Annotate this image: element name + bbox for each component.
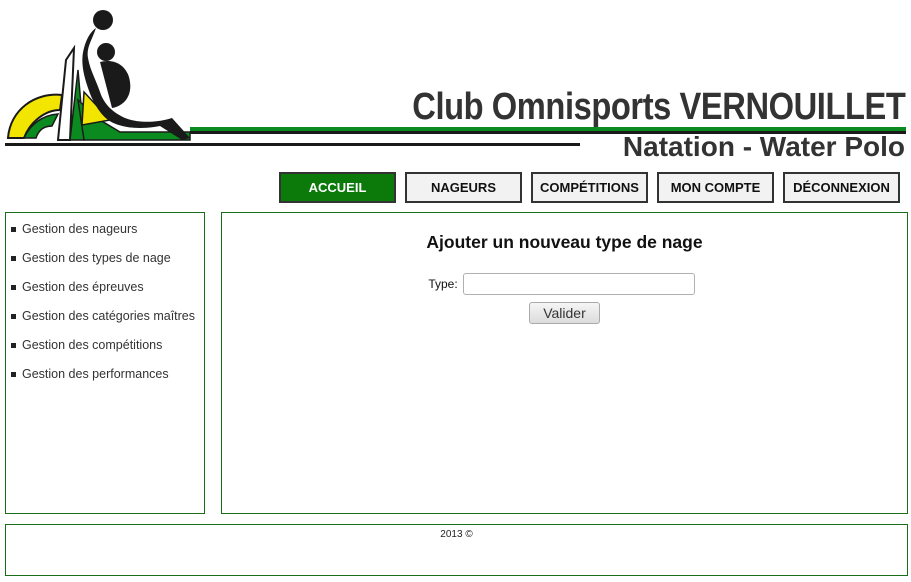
submit-button[interactable]: Valider — [529, 302, 600, 324]
sidebar-item-label: Gestion des catégories maîtres — [22, 309, 195, 323]
page-title: Ajouter un nouveau type de nage — [426, 232, 703, 252]
sidebar-item-categories-maitres[interactable]: Gestion des catégories maîtres — [11, 308, 204, 337]
sidebar-item-label: Gestion des types de nage — [22, 251, 171, 265]
sidebar-item-types-de-nage[interactable]: Gestion des types de nage — [11, 250, 204, 279]
sidebar-item-performances[interactable]: Gestion des performances — [11, 366, 204, 395]
nav-competitions-button[interactable]: COMPÉTITIONS — [531, 172, 648, 203]
sidebar-item-label: Gestion des nageurs — [22, 222, 138, 236]
club-title: Club Omnisports VERNOUILLET — [411, 86, 906, 128]
nav-deconnexion-button[interactable]: DÉCONNEXION — [783, 172, 900, 203]
sidebar-item-label: Gestion des compétitions — [22, 338, 163, 352]
bullet-icon — [11, 343, 16, 348]
bullet-icon — [11, 285, 16, 290]
header-base-line — [5, 143, 580, 146]
sidebar-item-nageurs[interactable]: Gestion des nageurs — [11, 221, 204, 250]
header: Club Omnisports VERNOUILLET Natation - W… — [0, 0, 911, 165]
club-subtitle: Natation - Water Polo — [622, 131, 905, 162]
type-label: Type: — [428, 277, 458, 291]
sidebar-item-label: Gestion des performances — [22, 367, 169, 381]
nav-nageurs-button[interactable]: NAGEURS — [405, 172, 522, 203]
player-head — [97, 43, 115, 61]
bullet-icon — [11, 227, 16, 232]
nav-mon-compte-button[interactable]: MON COMPTE — [657, 172, 774, 203]
sidebar: Gestion des nageurs Gestion des types de… — [5, 212, 205, 514]
nav-accueil-button[interactable]: ACCUEIL — [279, 172, 396, 203]
bullet-icon — [11, 372, 16, 377]
sidebar-item-competitions[interactable]: Gestion des compétitions — [11, 337, 204, 366]
sidebar-menu: Gestion des nageurs Gestion des types de… — [6, 213, 204, 395]
type-form-row: Type: — [222, 273, 907, 295]
ball-icon — [93, 10, 113, 30]
sidebar-item-epreuves[interactable]: Gestion des épreuves — [11, 279, 204, 308]
type-input[interactable] — [462, 273, 695, 295]
footer: 2013 © — [5, 524, 908, 576]
bullet-icon — [11, 314, 16, 319]
bullet-icon — [11, 256, 16, 261]
player-torso — [100, 60, 131, 108]
footer-copyright: 2013 © — [440, 529, 473, 540]
main-content: Ajouter un nouveau type de nage Type: Va… — [221, 212, 908, 514]
sidebar-item-label: Gestion des épreuves — [22, 280, 144, 294]
submit-row: Valider — [222, 302, 907, 324]
